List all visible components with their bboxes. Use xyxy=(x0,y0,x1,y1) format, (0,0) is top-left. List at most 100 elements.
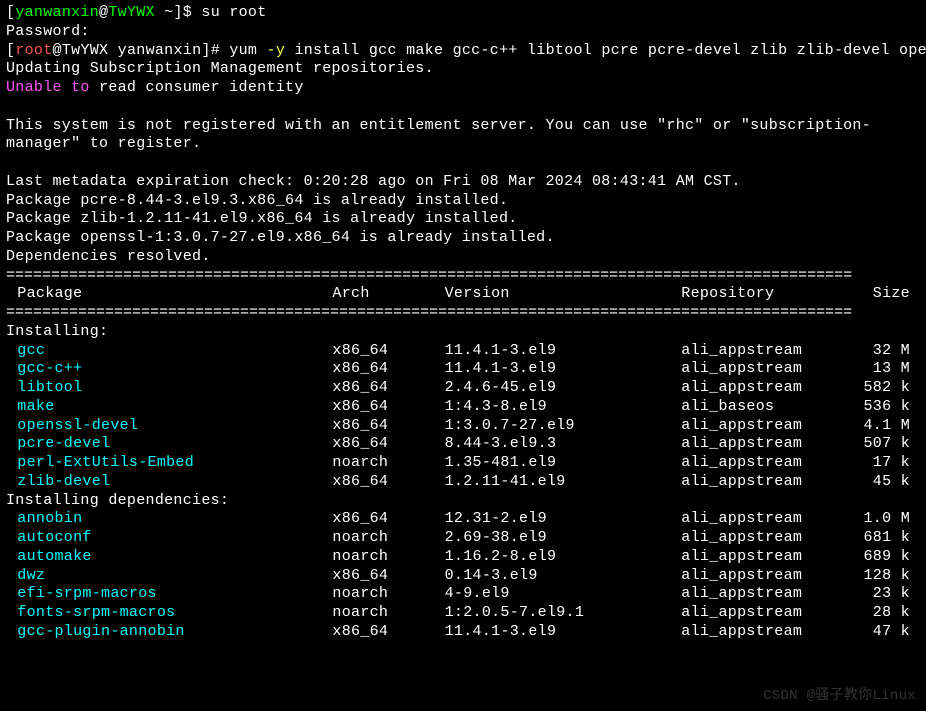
pkg-arch: x86_64 xyxy=(332,510,444,529)
pkg-size: 23 k xyxy=(847,585,920,604)
pkg-repo: ali_appstream xyxy=(681,585,846,604)
msg-metadata: Last metadata expiration check: 0:20:28 … xyxy=(6,173,920,192)
msg-notregistered: This system is not registered with an en… xyxy=(6,117,920,155)
pkg-version: 11.4.1-3.el9 xyxy=(445,623,682,642)
col-header-package: Package xyxy=(6,285,332,304)
table-row: libtoolx86_642.4.6-45.el9ali_appstream58… xyxy=(6,379,920,398)
col-header-version: Version xyxy=(445,285,682,304)
prompt-host: TwYWX xyxy=(62,42,109,59)
pkg-size: 28 k xyxy=(847,604,920,623)
pkg-version: 1:3.0.7-27.el9 xyxy=(445,417,682,436)
pkg-repo: ali_appstream xyxy=(681,473,846,492)
table-row: fonts-srpm-macrosnoarch1:2.0.5-7.el9.1al… xyxy=(6,604,920,623)
pkg-name: pcre-devel xyxy=(6,435,332,454)
header-row: Package Arch Version Repository Size xyxy=(6,285,920,304)
msg-deps: Dependencies resolved. xyxy=(6,248,920,267)
col-header-arch: Arch xyxy=(332,285,444,304)
prompt-line-2: [root@TwYWX yanwanxin]# yum -y install g… xyxy=(6,42,920,61)
pkg-version: 8.44-3.el9.3 xyxy=(445,435,682,454)
pkg-version: 2.69-38.el9 xyxy=(445,529,682,548)
table-row: zlib-develx86_641.2.11-41.el9ali_appstre… xyxy=(6,473,920,492)
pkg-repo: ali_appstream xyxy=(681,604,846,623)
table-row: gccx86_6411.4.1-3.el9ali_appstream32 M xyxy=(6,342,920,361)
pkg-arch: noarch xyxy=(332,548,444,567)
pkg-size: 17 k xyxy=(847,454,920,473)
packages-table: gccx86_6411.4.1-3.el9ali_appstream32 M g… xyxy=(6,342,920,492)
pkg-name: automake xyxy=(6,548,332,567)
pkg-repo: ali_appstream xyxy=(681,623,846,642)
pkg-repo: ali_appstream xyxy=(681,417,846,436)
pkg-arch: x86_64 xyxy=(332,435,444,454)
command: su root xyxy=(201,4,266,21)
col-header-size: Size xyxy=(847,285,920,304)
table-row: gcc-plugin-annobinx86_6411.4.1-3.el9ali_… xyxy=(6,623,920,642)
pkg-repo: ali_appstream xyxy=(681,454,846,473)
table-row: makex86_641:4.3-8.el9ali_baseos536 k xyxy=(6,398,920,417)
prompt-path: ~ xyxy=(164,4,173,21)
pkg-name: gcc xyxy=(6,342,332,361)
table-row: dwzx86_640.14-3.el9ali_appstream128 k xyxy=(6,567,920,586)
prompt-host: TwYWX xyxy=(108,4,155,21)
pkg-size: 4.1 M xyxy=(847,417,920,436)
prompt-symbol: # xyxy=(211,42,220,59)
pkg-arch: x86_64 xyxy=(332,623,444,642)
watermark: CSDN @骚子教你Linux xyxy=(763,688,916,706)
pkg-arch: noarch xyxy=(332,604,444,623)
pkg-name: annobin xyxy=(6,510,332,529)
package-header-table: Package Arch Version Repository Size xyxy=(6,285,920,304)
pkg-size: 536 k xyxy=(847,398,920,417)
table-row: gcc-c++x86_6411.4.1-3.el9ali_appstream13… xyxy=(6,360,920,379)
pkg-name: libtool xyxy=(6,379,332,398)
table-row: automakenoarch1.16.2-8.el9ali_appstream6… xyxy=(6,548,920,567)
pkg-size: 582 k xyxy=(847,379,920,398)
prompt-root-user: root xyxy=(15,42,52,59)
pkg-version: 1.2.11-41.el9 xyxy=(445,473,682,492)
pkg-size: 681 k xyxy=(847,529,920,548)
pkg-version: 12.31-2.el9 xyxy=(445,510,682,529)
blank-line xyxy=(6,98,920,117)
table-row: perl-ExtUtils-Embednoarch1.35-481.el9ali… xyxy=(6,454,920,473)
pkg-arch: noarch xyxy=(332,454,444,473)
unable-rest: read consumer identity xyxy=(99,79,304,96)
cmd-args: install gcc make gcc-c++ libtool pcre pc… xyxy=(285,42,926,59)
pkg-name: fonts-srpm-macros xyxy=(6,604,332,623)
pkg-version: 1.35-481.el9 xyxy=(445,454,682,473)
table-row: pcre-develx86_648.44-3.el9.3ali_appstrea… xyxy=(6,435,920,454)
pkg-arch: x86_64 xyxy=(332,417,444,436)
pkg-version: 1:2.0.5-7.el9.1 xyxy=(445,604,682,623)
pkg-arch: x86_64 xyxy=(332,473,444,492)
col-header-repo: Repository xyxy=(681,285,846,304)
pkg-version: 2.4.6-45.el9 xyxy=(445,379,682,398)
cmd-flag: -y xyxy=(267,42,286,59)
pkg-version: 1.16.2-8.el9 xyxy=(445,548,682,567)
password-prompt: Password: xyxy=(6,23,920,42)
msg-pkg-openssl: Package openssl-1:3.0.7-27.el9.x86_64 is… xyxy=(6,229,920,248)
pkg-size: 13 M xyxy=(847,360,920,379)
prompt-line-1: [yanwanxin@TwYWX ~]$ su root xyxy=(6,4,920,23)
divider-top: ========================================… xyxy=(6,267,920,286)
pkg-version: 11.4.1-3.el9 xyxy=(445,342,682,361)
pkg-size: 1.0 M xyxy=(847,510,920,529)
pkg-arch: x86_64 xyxy=(332,379,444,398)
pkg-name: dwz xyxy=(6,567,332,586)
prompt-path: yanwanxin xyxy=(118,42,202,59)
table-row: efi-srpm-macrosnoarch4-9.el9ali_appstrea… xyxy=(6,585,920,604)
pkg-repo: ali_appstream xyxy=(681,529,846,548)
pkg-version: 0.14-3.el9 xyxy=(445,567,682,586)
pkg-repo: ali_appstream xyxy=(681,567,846,586)
pkg-size: 45 k xyxy=(847,473,920,492)
msg-pkg-pcre: Package pcre-8.44-3.el9.3.x86_64 is alre… xyxy=(6,192,920,211)
divider-bottom: ========================================… xyxy=(6,304,920,323)
pkg-size: 32 M xyxy=(847,342,920,361)
pkg-arch: x86_64 xyxy=(332,342,444,361)
cmd-prefix: yum xyxy=(229,42,266,59)
pkg-arch: noarch xyxy=(332,529,444,548)
section-deps: Installing dependencies: xyxy=(6,492,920,511)
msg-unable: Unable to read consumer identity xyxy=(6,79,920,98)
pkg-name: autoconf xyxy=(6,529,332,548)
msg-pkg-zlib: Package zlib-1.2.11-41.el9.x86_64 is alr… xyxy=(6,210,920,229)
pkg-repo: ali_baseos xyxy=(681,398,846,417)
pkg-version: 1:4.3-8.el9 xyxy=(445,398,682,417)
table-row: openssl-develx86_641:3.0.7-27.el9ali_app… xyxy=(6,417,920,436)
pkg-size: 47 k xyxy=(847,623,920,642)
